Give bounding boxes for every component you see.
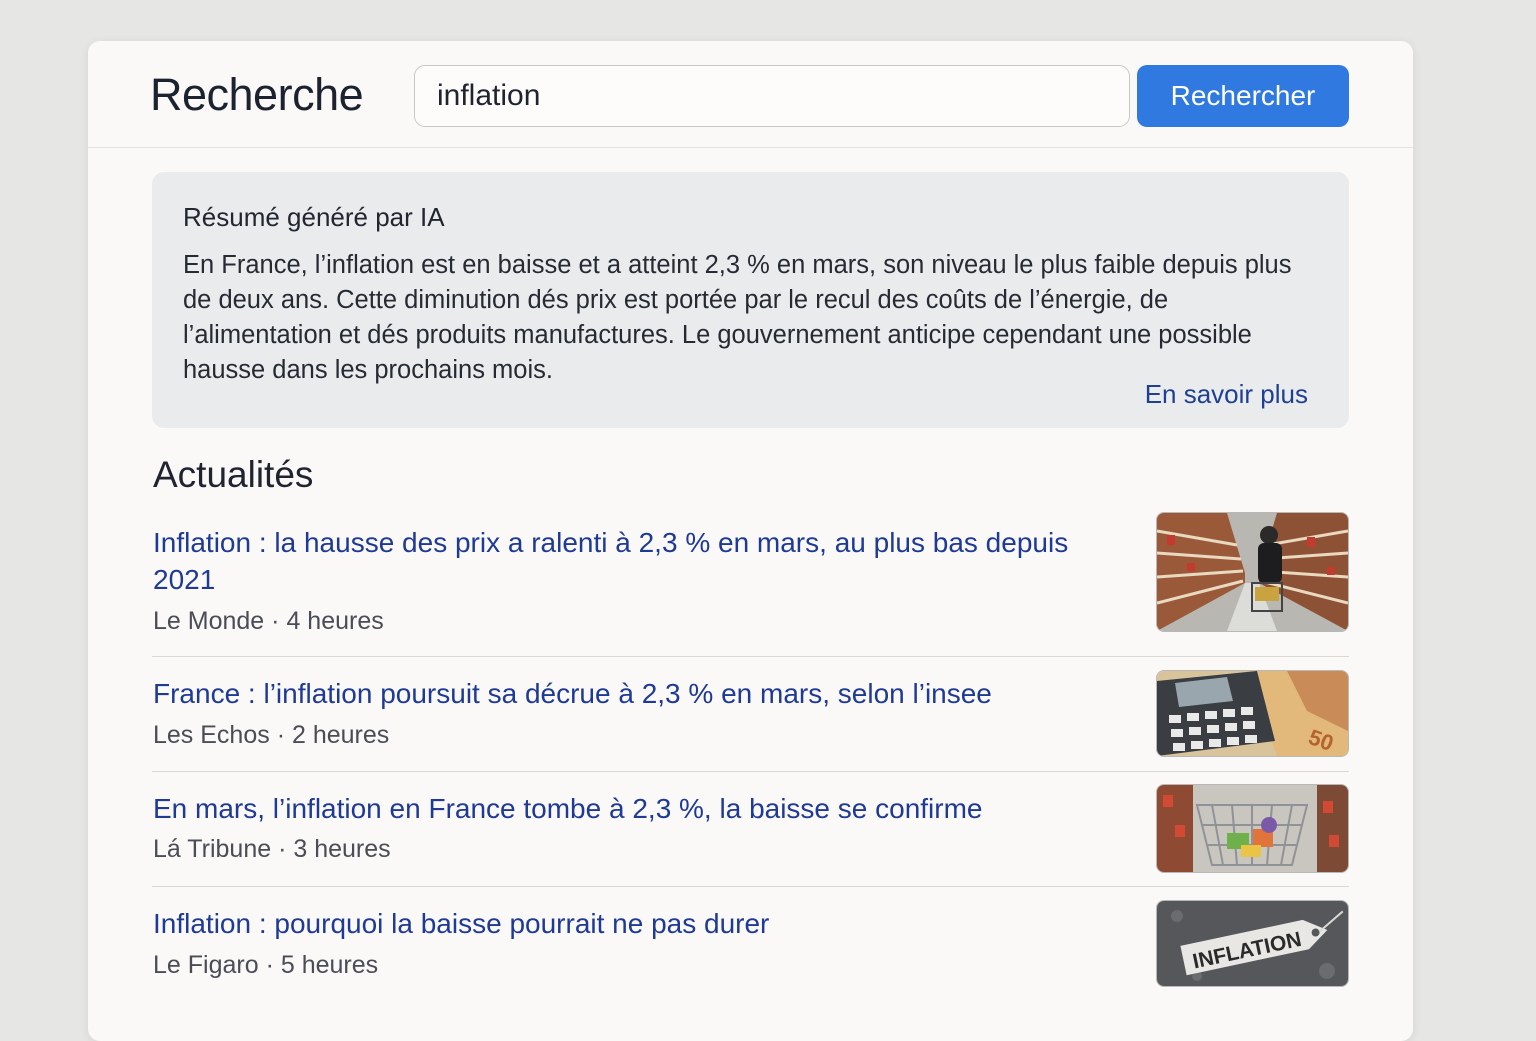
- learn-more-link[interactable]: En savoir plus: [1145, 379, 1308, 410]
- news-item: France : l’inflation poursuit sa décrue …: [152, 657, 1349, 772]
- news-meta: Le Figaro · 5 heures: [153, 951, 378, 980]
- inflation-price-tag-image[interactable]: INFLATION: [1156, 900, 1349, 987]
- news-age: 3 heures: [293, 835, 391, 863]
- news-item: En mars, l’inflation en France tombe à 2…: [152, 772, 1349, 887]
- page-title: Recherche: [150, 69, 364, 120]
- ai-summary-text: En France, l’inflation est en baisse et …: [183, 251, 1292, 384]
- calculator-banknotes-image[interactable]: 50: [1156, 670, 1349, 757]
- news-meta: Lá Tribune · 3 heures: [153, 835, 391, 864]
- ai-summary-panel: Résumé généré par IA En France, l’inflat…: [152, 172, 1349, 428]
- news-source: Le Monde: [153, 607, 265, 635]
- ai-summary-title: Résumé généré par IA: [183, 202, 445, 232]
- news-source: Lá Tribune: [153, 835, 272, 863]
- meta-separator: ·: [265, 951, 281, 979]
- meta-separator: ·: [276, 721, 292, 749]
- news-source: Le Figaro: [153, 951, 259, 979]
- search-input[interactable]: [414, 65, 1130, 127]
- news-title-link[interactable]: En mars, l’inflation en France tombe à 2…: [153, 790, 1113, 827]
- news-item: Inflation : pourquoi la baisse pourrait …: [152, 887, 1349, 1017]
- news-age: 5 heures: [280, 951, 379, 979]
- news-title-link[interactable]: France : l’inflation poursuit sa décrue …: [153, 675, 1113, 712]
- search-window: Recherche Rechercher Résumé généré par I…: [88, 41, 1413, 1041]
- news-item: Inflation : la hausse des prix a ralenti…: [152, 512, 1349, 657]
- search-button[interactable]: Rechercher: [1137, 65, 1349, 127]
- news-title-link[interactable]: Inflation : pourquoi la baisse pourrait …: [153, 905, 1113, 942]
- meta-separator: ·: [271, 607, 287, 635]
- search-header: Recherche Rechercher: [88, 41, 1413, 148]
- supermarket-aisle-image[interactable]: [1156, 512, 1349, 632]
- news-source: Les Echos: [153, 721, 270, 749]
- meta-separator: ·: [278, 835, 294, 863]
- news-title-link[interactable]: Inflation : la hausse des prix a ralenti…: [153, 524, 1113, 598]
- news-meta: Le Monde · 4 heures: [153, 607, 384, 636]
- shopping-cart-image[interactable]: [1156, 784, 1349, 873]
- news-age: 2 heures: [291, 721, 390, 749]
- news-meta: Les Echos · 2 heures: [153, 721, 389, 750]
- news-heading: Actualités: [153, 454, 314, 495]
- news-age: 4 heures: [286, 607, 384, 635]
